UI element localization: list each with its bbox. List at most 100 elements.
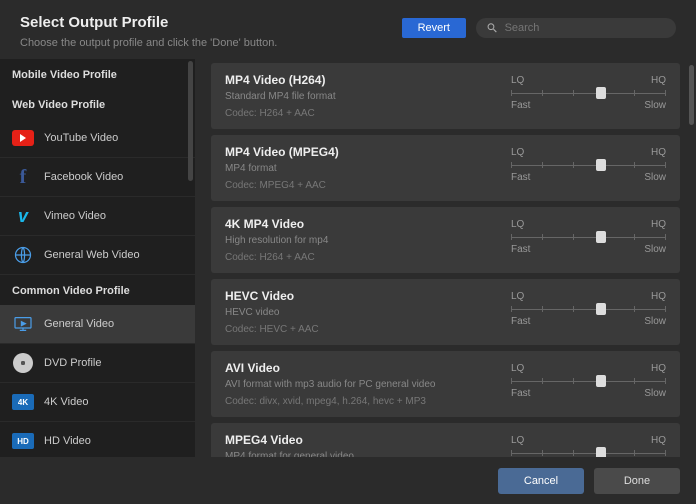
profile-desc: AVI format with mp3 audio for PC general… [225, 379, 491, 390]
content-scrollbar[interactable] [689, 65, 694, 125]
slider-thumb[interactable] [596, 303, 606, 315]
sidebar-item-dvd[interactable]: DVD Profile [0, 344, 195, 383]
quality-slider[interactable]: LQ HQ Fast Slow [511, 145, 666, 191]
profile-card[interactable]: 4K MP4 Video High resolution for mp4 Cod… [211, 207, 680, 273]
header: Select Output Profile Choose the output … [0, 0, 696, 59]
slider-fast-label: Fast [511, 388, 530, 399]
profile-title: AVI Video [225, 361, 491, 375]
profile-title: MP4 Video (MPEG4) [225, 145, 491, 159]
4k-icon: 4K [12, 391, 34, 413]
profile-title: MP4 Video (H264) [225, 73, 491, 87]
quality-slider[interactable]: LQ HQ Fast Slow [511, 73, 666, 119]
quality-slider[interactable]: LQ HQ Fast Slow [511, 361, 666, 407]
sidebar-item-label: 4K Video [44, 396, 88, 408]
slider-slow-label: Slow [644, 100, 666, 111]
slider-hq-label: HQ [651, 435, 666, 446]
header-left: Select Output Profile Choose the output … [20, 14, 277, 49]
slider-lq-label: LQ [511, 75, 524, 86]
sidebar-item-youtube[interactable]: YouTube Video [0, 119, 195, 158]
profile-codec: Codec: MPEG4 + AAC [225, 180, 491, 191]
sidebar-item-general-web[interactable]: General Web Video [0, 236, 195, 275]
vimeo-icon: v [12, 205, 34, 227]
profile-codec: Codec: H264 + AAC [225, 252, 491, 263]
slider-slow-label: Slow [644, 388, 666, 399]
profile-title: 4K MP4 Video [225, 217, 491, 231]
youtube-icon [12, 127, 34, 149]
sidebar-item-general-video[interactable]: General Video [0, 305, 195, 344]
slider-hq-label: HQ [651, 219, 666, 230]
slider-lq-label: LQ [511, 291, 524, 302]
slider-hq-label: HQ [651, 147, 666, 158]
page-title: Select Output Profile [20, 14, 277, 31]
slider-lq-label: LQ [511, 363, 524, 374]
profile-info: MP4 Video (MPEG4) MP4 format Codec: MPEG… [225, 145, 491, 191]
profile-card[interactable]: MPEG4 Video MP4 format for general video… [211, 423, 680, 457]
slider-hq-label: HQ [651, 363, 666, 374]
globe-icon [12, 244, 34, 266]
page-subtitle: Choose the output profile and click the … [20, 37, 277, 49]
sidebar-item-hd[interactable]: HD HD Video [0, 422, 195, 457]
sidebar-section-mobile[interactable]: Mobile Video Profile [0, 59, 195, 89]
profile-card[interactable]: MP4 Video (H264) Standard MP4 file forma… [211, 63, 680, 129]
profile-info: MP4 Video (H264) Standard MP4 file forma… [225, 73, 491, 119]
profile-desc: MP4 format [225, 163, 491, 174]
facebook-icon: f [12, 166, 34, 188]
slider-fast-label: Fast [511, 244, 530, 255]
monitor-icon [12, 313, 34, 335]
slider-thumb[interactable] [596, 375, 606, 387]
sidebar-section-web[interactable]: Web Video Profile [0, 89, 195, 119]
slider-lq-label: LQ [511, 147, 524, 158]
profile-card[interactable]: AVI Video AVI format with mp3 audio for … [211, 351, 680, 417]
hd-icon: HD [12, 430, 34, 452]
slider-thumb[interactable] [596, 447, 606, 457]
done-button[interactable]: Done [594, 468, 680, 494]
profile-codec: Codec: divx, xvid, mpeg4, h.264, hevc + … [225, 396, 491, 407]
profile-desc: High resolution for mp4 [225, 235, 491, 246]
profile-card[interactable]: HEVC Video HEVC video Codec: HEVC + AAC … [211, 279, 680, 345]
slider-hq-label: HQ [651, 291, 666, 302]
sidebar-item-label: YouTube Video [44, 132, 118, 144]
quality-slider[interactable]: LQ HQ Fast Slow [511, 289, 666, 335]
cancel-button[interactable]: Cancel [498, 468, 584, 494]
header-right: Revert [402, 18, 676, 38]
sidebar-item-facebook[interactable]: f Facebook Video [0, 158, 195, 197]
sidebar-item-label: Vimeo Video [44, 210, 106, 222]
profile-card[interactable]: MP4 Video (MPEG4) MP4 format Codec: MPEG… [211, 135, 680, 201]
profile-info: 4K MP4 Video High resolution for mp4 Cod… [225, 217, 491, 263]
search-input[interactable] [505, 22, 666, 34]
slider-fast-label: Fast [511, 172, 530, 183]
slider-fast-label: Fast [511, 316, 530, 327]
sidebar-item-label: Facebook Video [44, 171, 123, 183]
profile-title: HEVC Video [225, 289, 491, 303]
revert-button[interactable]: Revert [402, 18, 466, 38]
slider-slow-label: Slow [644, 316, 666, 327]
dvd-icon [12, 352, 34, 374]
main: Mobile Video Profile Web Video Profile Y… [0, 59, 696, 457]
slider-lq-label: LQ [511, 219, 524, 230]
slider-slow-label: Slow [644, 172, 666, 183]
slider-hq-label: HQ [651, 75, 666, 86]
sidebar-item-label: General Video [44, 318, 114, 330]
quality-slider[interactable]: LQ HQ Fast Slow [511, 433, 666, 457]
sidebar-scrollbar[interactable] [188, 61, 193, 181]
slider-lq-label: LQ [511, 435, 524, 446]
slider-thumb[interactable] [596, 87, 606, 99]
footer: Cancel Done [482, 458, 696, 504]
profile-desc: MP4 format for general video [225, 451, 491, 457]
content: MP4 Video (H264) Standard MP4 file forma… [195, 59, 696, 457]
profile-info: AVI Video AVI format with mp3 audio for … [225, 361, 491, 407]
sidebar-item-vimeo[interactable]: v Vimeo Video [0, 197, 195, 236]
sidebar-item-4k[interactable]: 4K 4K Video [0, 383, 195, 422]
sidebar-item-label: DVD Profile [44, 357, 101, 369]
slider-thumb[interactable] [596, 159, 606, 171]
sidebar-item-label: General Web Video [44, 249, 140, 261]
sidebar-item-label: HD Video [44, 435, 91, 447]
slider-thumb[interactable] [596, 231, 606, 243]
search-box[interactable] [476, 18, 676, 38]
sidebar-section-common[interactable]: Common Video Profile [0, 275, 195, 305]
search-icon [486, 21, 499, 35]
profile-codec: Codec: H264 + AAC [225, 108, 491, 119]
profile-info: HEVC Video HEVC video Codec: HEVC + AAC [225, 289, 491, 335]
slider-fast-label: Fast [511, 100, 530, 111]
quality-slider[interactable]: LQ HQ Fast Slow [511, 217, 666, 263]
